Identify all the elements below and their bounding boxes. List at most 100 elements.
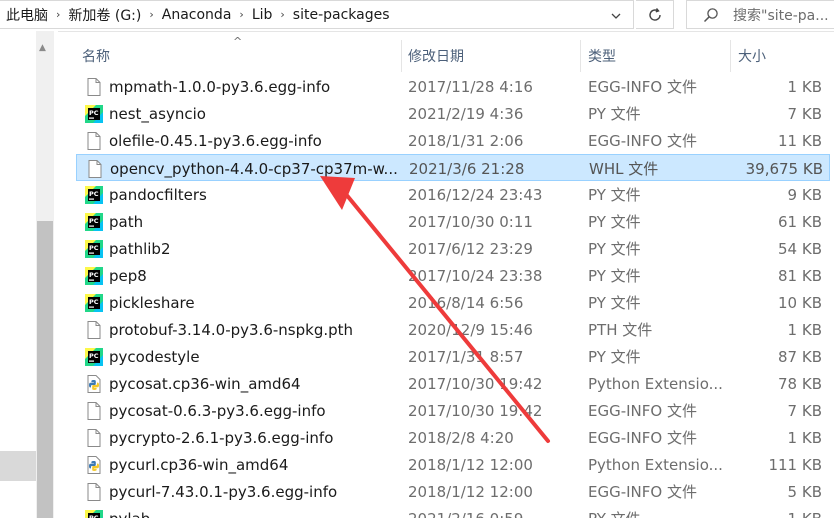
breadcrumb-item[interactable]: site-packages <box>293 7 390 23</box>
file-size: 9 KB <box>787 185 822 204</box>
file-row[interactable]: mpmath-1.0.0-py3.6.egg-info 2017/11/28 4:… <box>76 73 830 100</box>
file-size: 7 KB <box>787 401 822 420</box>
svg-text:PC: PC <box>89 244 99 252</box>
svg-text:PC: PC <box>89 217 99 225</box>
svg-text:PC: PC <box>89 271 99 279</box>
file-row[interactable]: protobuf-3.14.0-py3.6-nspkg.pth 2020/12/9… <box>76 316 830 343</box>
refresh-button[interactable] <box>636 0 674 29</box>
svg-text:PC: PC <box>89 352 99 360</box>
file-name: pep8 <box>109 266 147 285</box>
file-date: 2017/10/24 23:38 <box>408 266 543 285</box>
file-date: 2021/3/6 21:28 <box>409 159 525 178</box>
file-row[interactable]: pycrypto-2.6.1-py3.6.egg-info 2018/2/8 4:… <box>76 424 830 451</box>
file-row[interactable]: PC pycodestyle 2017/1/31 8:57 PY 文件 87 KB <box>76 343 830 370</box>
file-date: 2016/12/24 23:43 <box>408 185 543 204</box>
breadcrumb-item[interactable]: Anaconda <box>162 7 232 23</box>
column-divider[interactable] <box>401 40 402 72</box>
file-type: PY 文件 <box>588 105 641 123</box>
file-date: 2021/2/19 4:36 <box>408 104 524 123</box>
file-icon <box>84 482 104 502</box>
file-name: olefile-0.45.1-py3.6.egg-info <box>109 131 322 150</box>
file-name: protobuf-3.14.0-py3.6-nspkg.pth <box>109 320 354 339</box>
file-size: 10 KB <box>778 293 822 312</box>
python-extension-icon <box>84 374 104 394</box>
column-name[interactable]: 名称 <box>82 40 400 72</box>
file-row[interactable]: PC path 2017/10/30 0:11 PY 文件 61 KB <box>76 208 830 235</box>
breadcrumb-separator-icon[interactable]: › <box>56 8 60 21</box>
breadcrumb[interactable]: 此电脑 › 新加卷 (G:) › Anaconda › Lib › site-packages <box>0 0 634 29</box>
chevron-down-icon <box>611 13 621 19</box>
file-row[interactable]: PC pathlib2 2017/6/12 23:29 PY 文件 54 KB <box>76 235 830 262</box>
file-size: 1 KB <box>726 505 822 518</box>
file-size: 1 KB <box>787 428 822 447</box>
file-row[interactable]: pycurl-7.43.0.1-py3.6.egg-info 2018/1/12 … <box>76 478 830 505</box>
file-row[interactable]: PC pep8 2017/10/24 23:38 PY 文件 81 KB <box>76 262 830 289</box>
file-date: 2018/1/12 12:00 <box>408 482 533 501</box>
breadcrumb-item[interactable]: 新加卷 (G:) <box>68 5 141 25</box>
file-icon <box>85 159 105 179</box>
file-type: PY 文件 <box>588 240 641 258</box>
file-name: mpmath-1.0.0-py3.6.egg-info <box>109 77 331 96</box>
breadcrumb-separator-icon[interactable]: › <box>239 8 243 21</box>
nav-selected-item[interactable] <box>0 451 36 481</box>
svg-text:PC: PC <box>89 298 99 306</box>
column-size[interactable]: 大小 <box>738 40 828 72</box>
file-size: 1 KB <box>787 320 822 339</box>
column-divider[interactable] <box>580 40 581 72</box>
search-input[interactable]: 搜索"site-pa... <box>686 0 834 29</box>
file-type: EGG-INFO 文件 <box>588 402 697 420</box>
pycharm-file-icon: PC <box>84 266 104 286</box>
file-date: 2017/1/31 8:57 <box>408 347 524 366</box>
breadcrumb-items: 此电脑 › 新加卷 (G:) › Anaconda › Lib › site-packages <box>0 1 390 28</box>
file-type: PY 文件 <box>588 294 641 312</box>
address-dropdown-button[interactable] <box>605 1 627 30</box>
file-type: PY 文件 <box>588 505 726 518</box>
file-icon <box>84 77 104 97</box>
breadcrumb-separator-icon[interactable]: › <box>149 8 153 21</box>
file-date: 2018/2/8 4:20 <box>408 428 514 447</box>
file-type: PTH 文件 <box>588 321 653 339</box>
file-row[interactable]: PC nest_asyncio 2021/2/19 4:36 PY 文件 7 KB <box>76 100 830 127</box>
file-date: 2017/10/30 0:11 <box>408 212 533 231</box>
file-type: EGG-INFO 文件 <box>588 132 697 150</box>
file-row[interactable]: PC pylab 2021/2/16 0:59 PY 文件1 KB <box>76 505 830 518</box>
file-type: PY 文件 <box>588 267 641 285</box>
column-divider[interactable] <box>730 40 731 72</box>
column-date[interactable]: 修改日期 <box>408 40 578 72</box>
file-date: 2017/10/30 19:42 <box>408 374 543 393</box>
file-size: 1 KB <box>787 77 822 96</box>
file-row[interactable]: pycosat.cp36-win_amd64 2017/10/30 19:42 Py… <box>76 370 830 397</box>
file-icon <box>84 131 104 151</box>
file-date: 2020/12/9 15:46 <box>408 320 533 339</box>
nav-scrollbar-thumb[interactable] <box>37 221 53 518</box>
file-name: pycodestyle <box>109 347 200 366</box>
file-date: 2018/1/31 2:06 <box>408 131 524 150</box>
file-icon <box>84 428 104 448</box>
file-size: 7 KB <box>787 104 822 123</box>
scroll-up-icon[interactable]: ▲ <box>39 43 46 53</box>
pycharm-file-icon: PC <box>84 347 104 367</box>
file-row[interactable]: olefile-0.45.1-py3.6.egg-info 2018/1/31 2… <box>76 127 830 154</box>
column-type[interactable]: 类型 <box>588 40 728 72</box>
file-row[interactable]: pycurl.cp36-win_amd64 2018/1/12 12:00 Pyth… <box>76 451 830 478</box>
file-row[interactable]: opencv_python-4.4.0-cp37-cp37m-w... 2021/… <box>76 154 830 181</box>
file-type: Python Extensio... <box>588 374 723 393</box>
file-row[interactable]: pycosat-0.6.3-py3.6.egg-info 2017/10/30 1… <box>76 397 830 424</box>
breadcrumb-item[interactable]: Lib <box>252 7 273 23</box>
breadcrumb-separator-icon[interactable]: › <box>280 8 284 21</box>
pycharm-file-icon: PC <box>84 239 104 259</box>
file-type: WHL 文件 <box>589 160 659 178</box>
pycharm-file-icon: PC <box>84 104 104 124</box>
navigation-pane: ▲ <box>0 31 58 518</box>
file-size: 78 KB <box>778 374 822 393</box>
file-name: pycurl.cp36-win_amd64 <box>109 455 289 474</box>
file-date: 2021/2/16 0:59 <box>408 505 578 518</box>
file-row[interactable]: PC pickleshare 2016/8/14 6:56 PY 文件 10 KB <box>76 289 830 316</box>
file-name: pickleshare <box>109 293 195 312</box>
breadcrumb-item[interactable]: 此电脑 <box>6 5 48 25</box>
file-date: 2017/10/30 19:42 <box>408 401 543 420</box>
file-date: 2017/6/12 23:29 <box>408 239 533 258</box>
column-header-row: ^ 名称 修改日期 类型 大小 <box>76 35 834 72</box>
file-row[interactable]: PC pandocfilters 2016/12/24 23:43 PY 文件 9 KB <box>76 181 830 208</box>
nav-scrollbar[interactable]: ▲ <box>36 31 54 518</box>
